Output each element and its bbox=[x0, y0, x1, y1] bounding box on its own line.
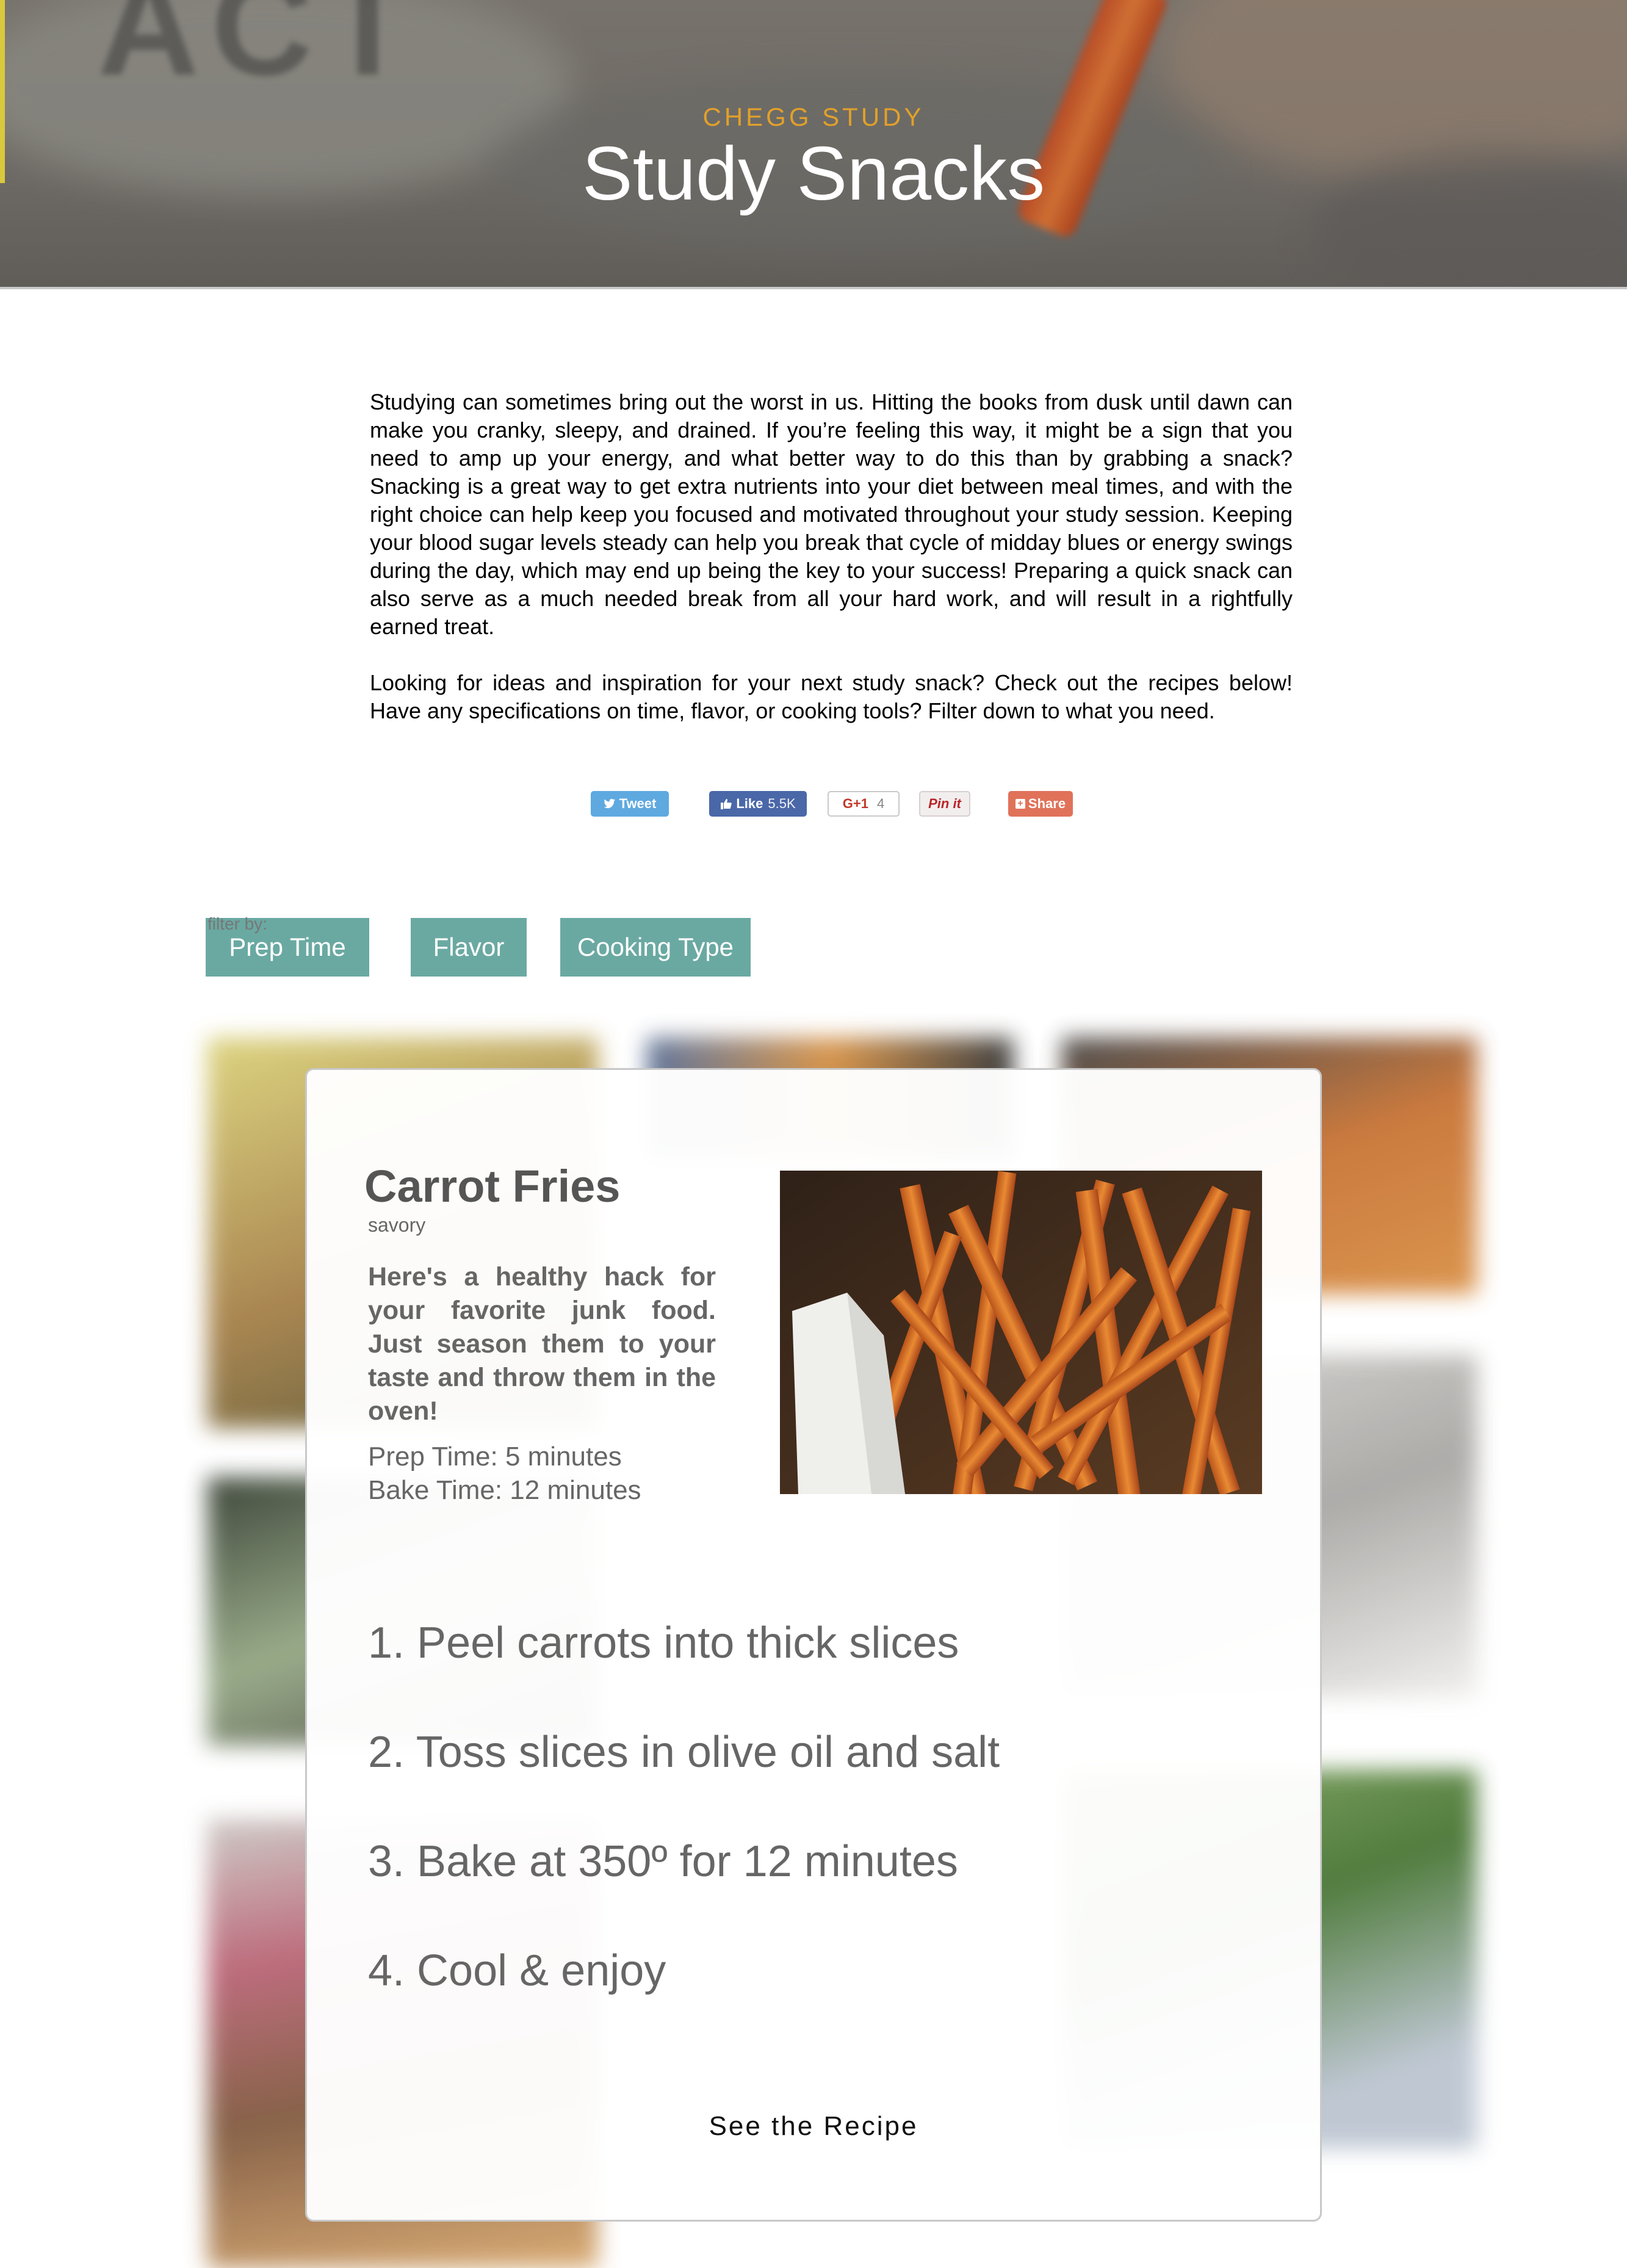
google-plus-button[interactable]: G+1 4 bbox=[828, 791, 900, 817]
filter-flavor-button[interactable]: Flavor bbox=[411, 918, 527, 977]
like-count: 5.5K bbox=[768, 796, 796, 811]
plus-box-icon: + bbox=[1015, 799, 1025, 809]
filter-cooking-type-button[interactable]: Cooking Type bbox=[560, 918, 751, 977]
recipe-step: 3. Bake at 350º for 12 minutes bbox=[368, 1837, 958, 1886]
recipe-flavor-tag: savory bbox=[368, 1214, 426, 1236]
twitter-bird-icon bbox=[604, 798, 615, 809]
like-label: Like bbox=[736, 796, 763, 811]
page-title: Study Snacks bbox=[582, 132, 1045, 216]
carrot-fries-photo bbox=[780, 1171, 1262, 1494]
recipe-title: Carrot Fries bbox=[364, 1161, 621, 1212]
recipe-step: 4. Cool & enjoy bbox=[368, 1946, 666, 1995]
see-the-recipe-link[interactable]: See the Recipe bbox=[307, 2111, 1320, 2142]
share-button[interactable]: + Share bbox=[1008, 791, 1073, 817]
facebook-like-button[interactable]: Like 5.5K bbox=[709, 791, 807, 817]
recipe-times: Prep Time: 5 minutes Bake Time: 12 minut… bbox=[368, 1440, 641, 1507]
intro-paragraph: Looking for ideas and inspiration for yo… bbox=[370, 670, 1293, 723]
filter-label: filter by: bbox=[207, 914, 268, 933]
tweet-label: Tweet bbox=[619, 796, 657, 811]
share-label: Share bbox=[1028, 796, 1066, 811]
carrot-fries-image bbox=[780, 1171, 1262, 1494]
tweet-button[interactable]: Tweet bbox=[591, 791, 669, 817]
intro-text: Studying can sometimes bring out the wor… bbox=[370, 388, 1293, 753]
pin-label: Pin it bbox=[928, 796, 961, 811]
recipe-step: 2. Toss slices in olive oil and salt bbox=[368, 1728, 1000, 1777]
pinterest-button[interactable]: Pin it bbox=[919, 791, 970, 817]
gplus-count: 4 bbox=[876, 796, 885, 811]
recipe-description: Here's a healthy hack for your favorite … bbox=[368, 1262, 716, 1426]
bake-time: Bake Time: 12 minutes bbox=[368, 1475, 641, 1505]
prep-time: Prep Time: 5 minutes bbox=[368, 1442, 622, 1472]
recipe-steps: 1. Peel carrots into thick slices 2. Tos… bbox=[368, 1589, 1000, 2026]
recipe-step: 1. Peel carrots into thick slices bbox=[368, 1619, 959, 1667]
thumbs-up-icon bbox=[721, 799, 732, 809]
hero-background-letters: ACT bbox=[98, 0, 423, 104]
hero-banner: ACT CHEGG STUDY Study Snacks bbox=[0, 0, 1627, 289]
intro-paragraph: Studying can sometimes bring out the wor… bbox=[370, 389, 1293, 639]
recipe-card: Carrot Fries savory Here's a healthy hac… bbox=[305, 1068, 1322, 2222]
hero-eyebrow: CHEGG STUDY bbox=[702, 103, 925, 131]
gplus-label: G+1 bbox=[842, 796, 868, 811]
